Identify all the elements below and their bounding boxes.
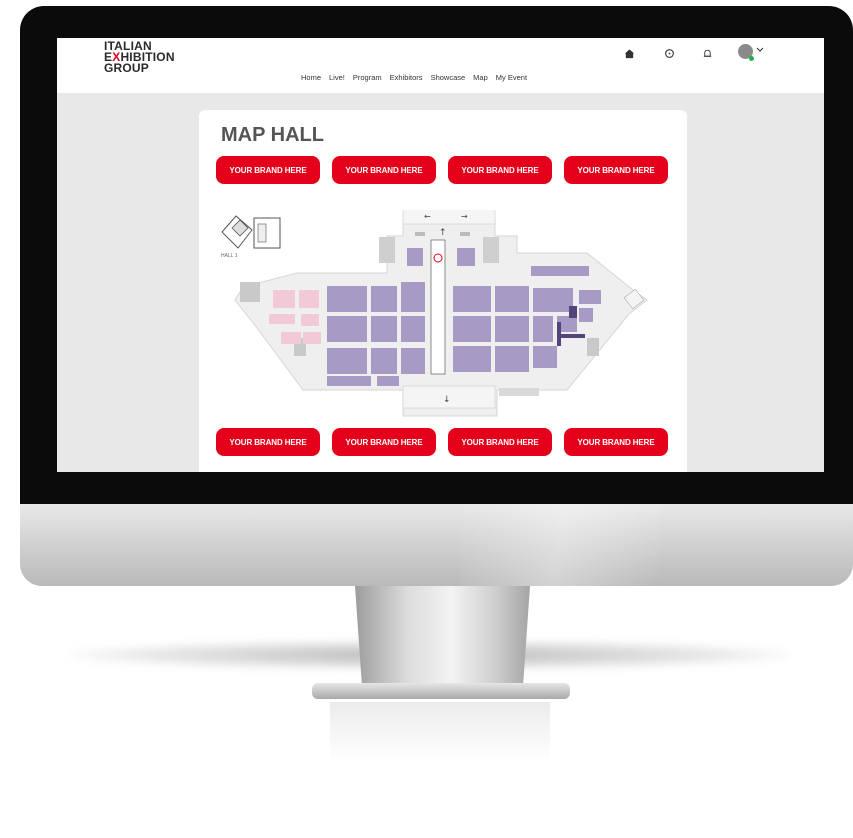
map-hall-card: MAP HALL YOUR BRAND HERE YOUR BRAND HERE… bbox=[199, 110, 687, 472]
brand-button-bottom-2[interactable]: YOUR BRAND HERE bbox=[332, 428, 436, 456]
chevron-down-icon[interactable] bbox=[756, 46, 764, 55]
home-icon[interactable] bbox=[622, 46, 636, 60]
nav-program[interactable]: Program bbox=[353, 73, 382, 82]
brand-button-top-3[interactable]: YOUR BRAND HERE bbox=[448, 156, 552, 184]
monitor-stand-base bbox=[312, 683, 570, 699]
stand-reflection bbox=[330, 702, 550, 762]
brand-logo[interactable]: ITALIAN EXHIBITION GROUP bbox=[104, 40, 175, 75]
svg-text:↑: ↑ bbox=[439, 228, 447, 238]
nav-home[interactable]: Home bbox=[301, 73, 321, 82]
chin-highlight bbox=[460, 504, 660, 586]
screen: ITALIAN EXHIBITION GROUP Home Live! Prog… bbox=[57, 38, 824, 472]
main-nav: Home Live! Program Exhibitors Showcase M… bbox=[301, 73, 535, 82]
brand-button-top-4[interactable]: YOUR BRAND HERE bbox=[564, 156, 668, 184]
monitor-chin bbox=[20, 504, 853, 586]
brand-button-top-2[interactable]: YOUR BRAND HERE bbox=[332, 156, 436, 184]
nav-showcase[interactable]: Showcase bbox=[431, 73, 466, 82]
nav-exhibitors[interactable]: Exhibitors bbox=[390, 73, 423, 82]
page-title: MAP HALL bbox=[221, 124, 324, 146]
brand-button-bottom-4[interactable]: YOUR BRAND HERE bbox=[564, 428, 668, 456]
online-status-dot bbox=[749, 56, 754, 61]
svg-text:→: → bbox=[461, 212, 468, 221]
chat-icon[interactable] bbox=[662, 46, 676, 60]
brand-button-bottom-1[interactable]: YOUR BRAND HERE bbox=[216, 428, 320, 456]
nav-map[interactable]: Map bbox=[473, 73, 488, 82]
logo-line-3: GROUP bbox=[104, 61, 150, 75]
hall-floor-plan[interactable]: ← → ↑ ↓ bbox=[217, 210, 673, 422]
svg-text:←: ← bbox=[424, 212, 431, 221]
monitor-stand bbox=[355, 586, 530, 686]
nav-my-event[interactable]: My Event bbox=[496, 73, 527, 82]
brand-button-bottom-3[interactable]: YOUR BRAND HERE bbox=[448, 428, 552, 456]
bell-icon[interactable] bbox=[700, 46, 714, 60]
nav-live[interactable]: Live! bbox=[329, 73, 345, 82]
brand-button-top-1[interactable]: YOUR BRAND HERE bbox=[216, 156, 320, 184]
top-navigation-bar: ITALIAN EXHIBITION GROUP Home Live! Prog… bbox=[57, 38, 824, 93]
svg-text:↓: ↓ bbox=[443, 395, 451, 405]
